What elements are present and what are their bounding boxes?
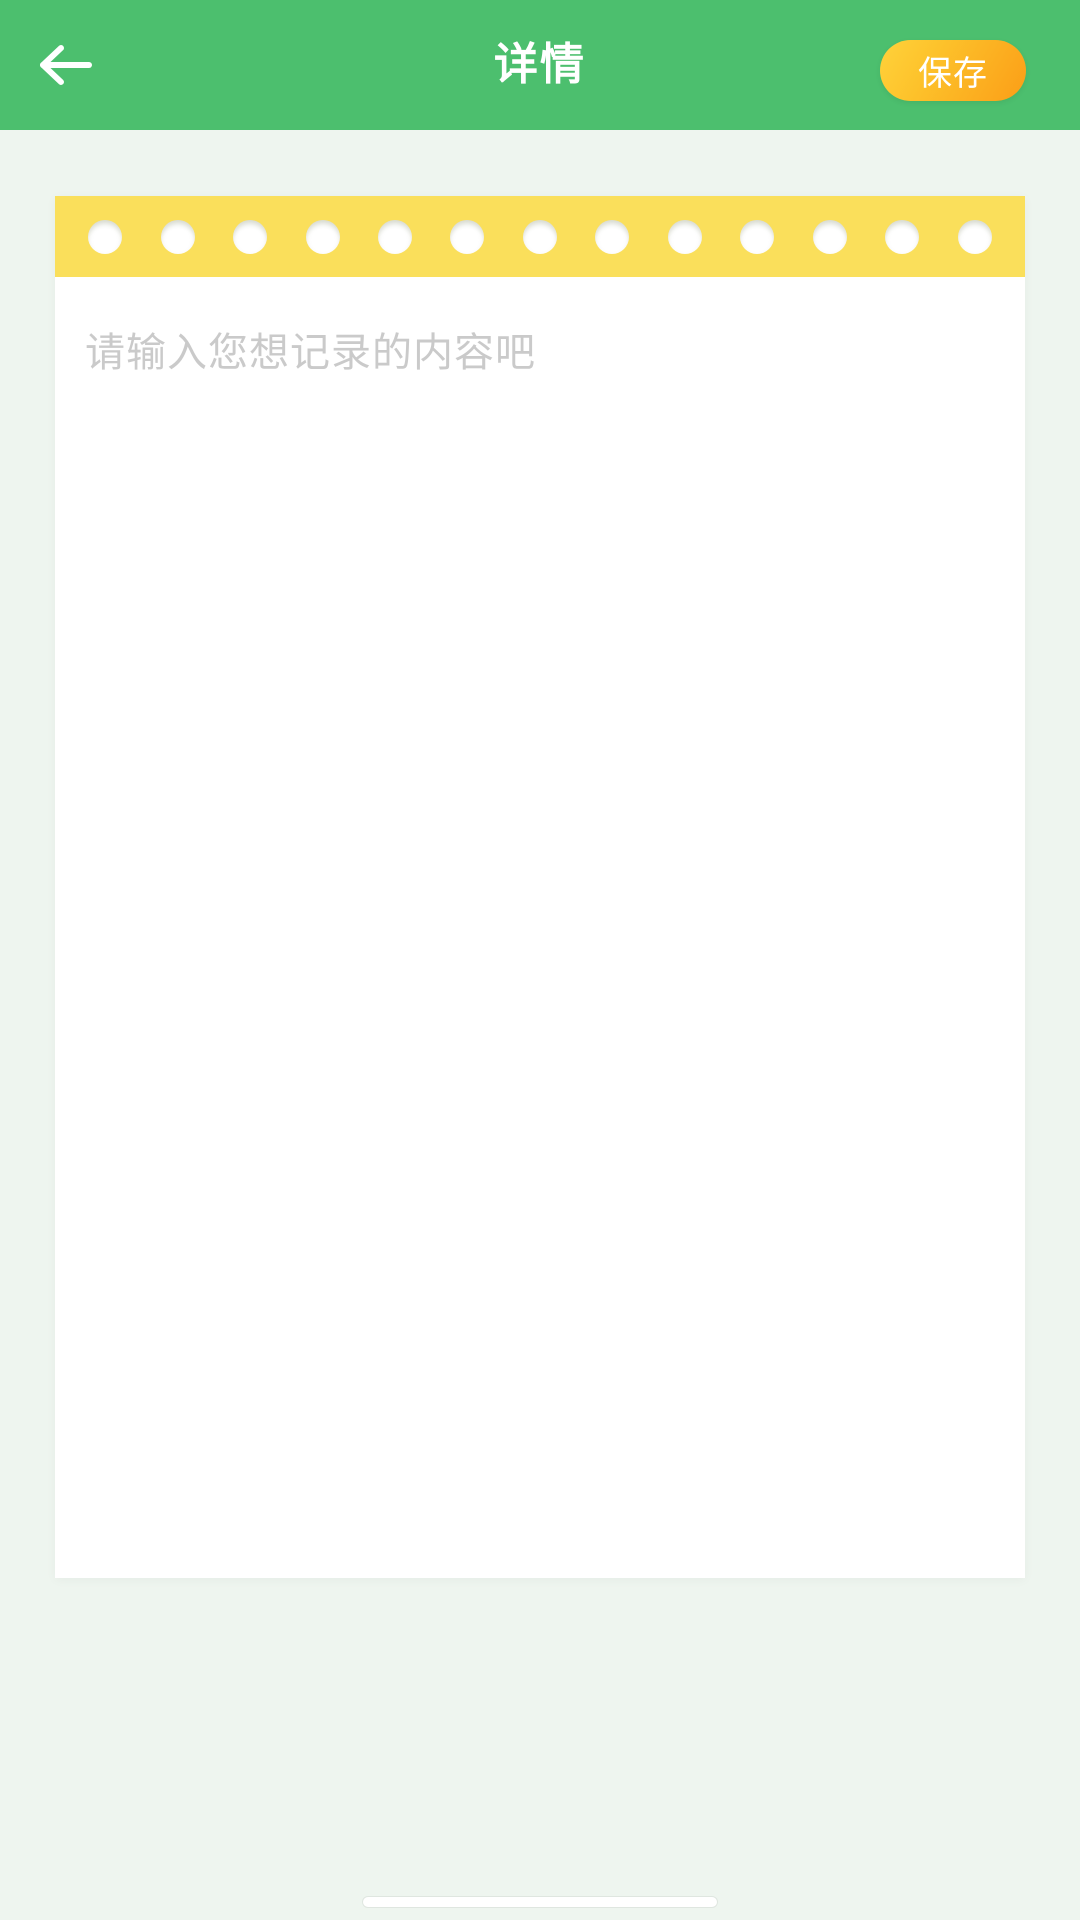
note-content-input[interactable]: 请输入您想记录的内容吧 [85, 323, 995, 383]
binder-hole-icon [378, 219, 413, 254]
note-body[interactable]: 请输入您想记录的内容吧 [55, 277, 1025, 1578]
binder-hole-icon [740, 219, 775, 254]
binder-hole-icon [885, 219, 920, 254]
back-button[interactable] [26, 28, 104, 102]
app-header: 详情 保存 [0, 0, 1080, 130]
arrow-left-icon [37, 43, 93, 87]
binder-hole-icon [450, 219, 485, 254]
note-card: 请输入您想记录的内容吧 [55, 196, 1025, 1578]
save-button[interactable]: 保存 [880, 40, 1026, 101]
binder-hole-icon [522, 219, 557, 254]
page-title: 详情 [494, 40, 586, 89]
binder-hole-icon [957, 219, 992, 254]
binder-hole-icon [667, 219, 702, 254]
binder-hole-icon [305, 219, 340, 254]
home-indicator [362, 1896, 718, 1908]
binder-hole-icon [88, 219, 123, 254]
binder-hole-icon [812, 219, 847, 254]
binder-hole-icon [595, 219, 630, 254]
binder-hole-icon [233, 219, 268, 254]
binder-hole-icon [160, 219, 195, 254]
notebook-binder-strip [55, 196, 1025, 277]
